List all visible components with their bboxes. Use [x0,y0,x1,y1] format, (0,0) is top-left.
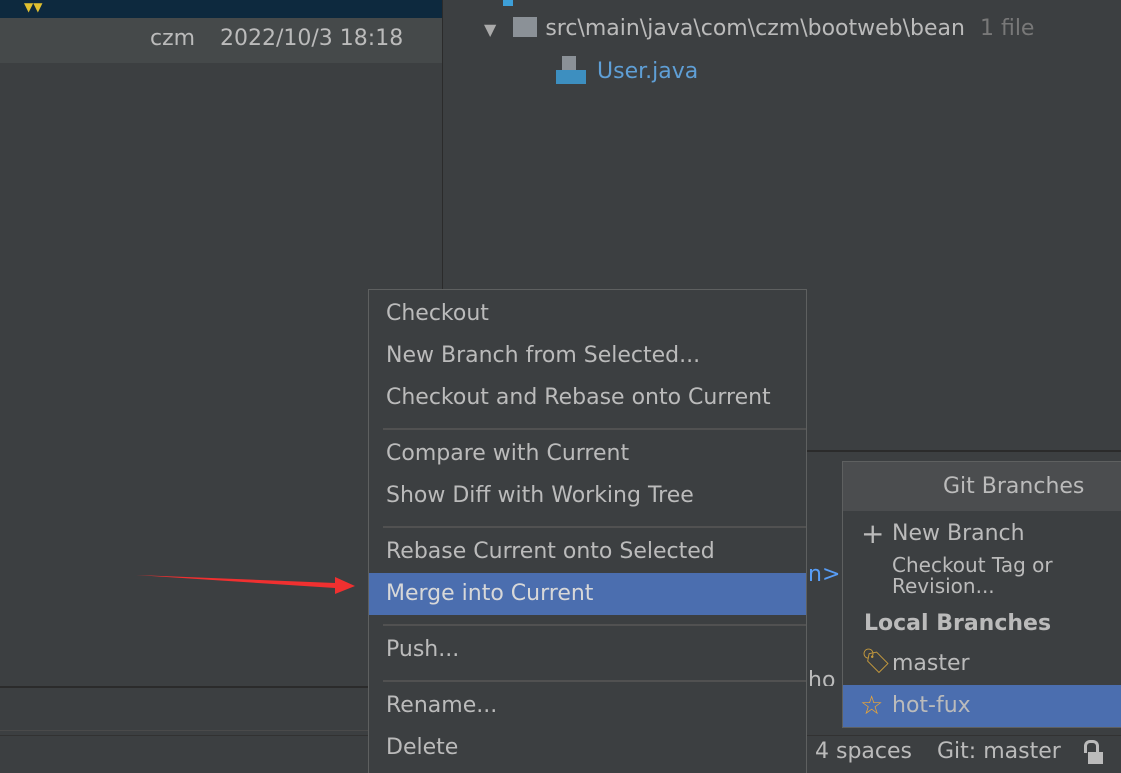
star-icon: ☆ [860,691,884,721]
checkout-tag-item[interactable]: Checkout Tag or Revision... [843,555,1121,597]
new-branch-label: New Branch [892,521,1025,546]
menu-item-merge-into-current[interactable]: Merge into Current [369,573,806,615]
menu-item-delete[interactable]: Delete [369,727,806,769]
menu-item-rebase-current[interactable]: Rebase Current onto Selected [369,531,806,573]
menu-item-checkout[interactable]: Checkout [369,293,806,335]
branch-marker-icon: ▼▼ [24,0,43,14]
checkout-tag-label: Checkout Tag or Revision... [892,553,1053,598]
menu-separator [383,526,806,528]
branch-label: master [892,651,970,676]
indent-indicator[interactable]: 4 spaces [815,739,912,764]
tag-icon: 🏷︎ [861,647,892,675]
file-name: User.java [597,59,699,84]
java-file-icon [556,56,586,84]
file-count: 1 file [979,16,1035,41]
tree-folder-row[interactable]: ▼ src\main\java\com\czm\bootweb\bean 1 f… [484,16,1034,41]
folder-icon [513,17,538,37]
menu-item-rename[interactable]: Rename... [369,685,806,727]
panel-divider-h [0,686,368,688]
menu-item-show-diff[interactable]: Show Diff with Working Tree [369,475,806,517]
plus-icon: + [861,517,885,550]
commit-row-top[interactable]: ▼▼ [0,0,442,18]
link-fragment: n> [808,562,841,587]
menu-separator [383,624,806,626]
expand-triangle-icon[interactable]: ▼ [484,20,496,39]
branch-item-hot-fux[interactable]: ☆ hot-fux [843,685,1121,727]
new-branch-item[interactable]: + New Branch [843,513,1121,555]
branch-label: hot-fux [892,693,971,718]
menu-item-checkout-and-rebase[interactable]: Checkout and Rebase onto Current [369,377,806,419]
branch-item-master[interactable]: 🏷︎ master [843,643,1121,685]
menu-item-new-branch-from-selected[interactable]: New Branch from Selected... [369,335,806,377]
popup-title: Git Branches [843,462,1121,511]
commit-row-selected[interactable]: czm 2022/10/3 18:18 [0,18,442,63]
red-arrow-annotation [136,575,355,594]
menu-item-compare-with-current[interactable]: Compare with Current [369,433,806,475]
menu-separator [383,680,806,682]
context-menu: Checkout New Branch from Selected... Che… [368,289,807,773]
panel-divider-h [806,450,1121,452]
git-branches-popup: Git Branches + New Branch Checkout Tag o… [842,461,1121,728]
git-branch-indicator[interactable]: Git: master [937,739,1061,764]
menu-separator [383,428,806,430]
menu-item-push[interactable]: Push... [369,629,806,671]
local-branches-header: Local Branches [864,611,1052,636]
tree-file-row[interactable]: User.java [556,56,698,84]
folder-path: src\main\java\com\czm\bootweb\bean [545,16,965,41]
panel-divider-h [0,730,368,731]
lock-open-icon[interactable] [1082,740,1103,766]
text-fragment: ho [808,668,836,686]
file-icon [503,0,513,6]
commit-author: czm [150,26,196,51]
commit-date: 2022/10/3 18:18 [220,26,404,51]
